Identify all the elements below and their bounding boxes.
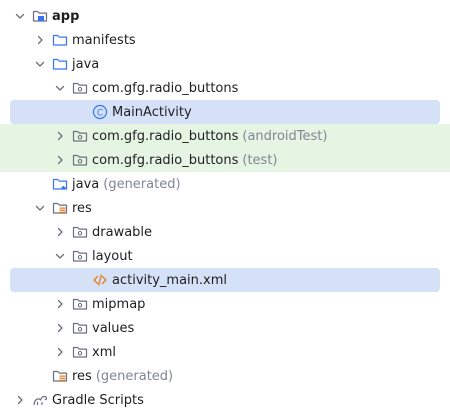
tree-row[interactable]: Gradle Scripts	[0, 388, 450, 412]
chevron-right-icon[interactable]	[52, 344, 68, 360]
tree-row[interactable]: mipmap	[0, 292, 450, 316]
tree-node-label: java	[72, 56, 100, 72]
resources-folder-icon	[52, 200, 68, 216]
chevron-right-icon[interactable]	[52, 296, 68, 312]
tree-row[interactable]: java (generated)	[0, 172, 450, 196]
tree-row[interactable]: xml	[0, 340, 450, 364]
class-icon: C	[92, 104, 108, 120]
chevron-down-icon[interactable]	[32, 56, 48, 72]
chevron-down-icon[interactable]	[52, 80, 68, 96]
tree-node-label: com.gfg.radio_buttons	[92, 128, 239, 144]
package-icon	[72, 320, 88, 336]
tree-row[interactable]: res	[0, 196, 450, 220]
chevron-placeholder	[32, 176, 48, 192]
folder-icon	[52, 56, 68, 72]
generated-folder-icon	[52, 176, 68, 192]
tree-node-label: com.gfg.radio_buttons	[92, 152, 239, 168]
package-icon	[72, 344, 88, 360]
tree-row[interactable]: com.gfg.radio_buttons (androidTest)	[0, 124, 450, 148]
tree-row[interactable]: app	[0, 4, 450, 28]
tree-node-label: manifests	[72, 32, 136, 48]
tree-node-label: values	[92, 320, 135, 336]
tree-node-label: MainActivity	[112, 104, 192, 120]
tree-node-label: drawable	[92, 224, 153, 240]
module-folder-icon	[32, 8, 48, 24]
chevron-placeholder	[32, 368, 48, 384]
gradle-icon	[32, 392, 48, 408]
tree-node-suffix: (generated)	[103, 176, 181, 192]
package-icon	[72, 248, 88, 264]
package-icon	[72, 128, 88, 144]
chevron-right-icon[interactable]	[52, 128, 68, 144]
tree-node-label: mipmap	[92, 296, 146, 312]
tree-row[interactable]: manifests	[0, 28, 450, 52]
tree-row[interactable]: res (generated)	[0, 364, 450, 388]
chevron-right-icon[interactable]	[52, 152, 68, 168]
tree-row[interactable]: values	[0, 316, 450, 340]
package-icon	[72, 296, 88, 312]
tree-node-suffix: (androidTest)	[242, 128, 328, 144]
chevron-down-icon[interactable]	[52, 248, 68, 264]
tree-node-label: app	[52, 8, 80, 24]
tree-row[interactable]: layout	[0, 244, 450, 268]
resources-folder-icon	[52, 368, 68, 384]
chevron-right-icon[interactable]	[52, 320, 68, 336]
chevron-right-icon[interactable]	[52, 224, 68, 240]
package-icon	[72, 80, 88, 96]
chevron-placeholder	[72, 272, 88, 288]
package-icon	[72, 152, 88, 168]
tree-node-suffix: (generated)	[95, 368, 174, 384]
tree-node-label: xml	[92, 344, 116, 360]
tree-row[interactable]: activity_main.xml	[10, 268, 440, 292]
chevron-placeholder	[72, 104, 88, 120]
chevron-down-icon[interactable]	[32, 200, 48, 216]
tree-node-label: res	[72, 200, 92, 216]
tree-node-label: res	[72, 368, 92, 384]
tree-row[interactable]: com.gfg.radio_buttons	[0, 76, 450, 100]
svg-text:C: C	[97, 108, 103, 118]
chevron-right-icon[interactable]	[12, 392, 28, 408]
folder-icon	[52, 32, 68, 48]
tree-row[interactable]: drawable	[0, 220, 450, 244]
tree-row[interactable]: C MainActivity	[10, 100, 440, 124]
tree-row[interactable]: java	[0, 52, 450, 76]
chevron-right-icon[interactable]	[32, 32, 48, 48]
tree-node-label: activity_main.xml	[112, 272, 228, 288]
tree-node-suffix: (test)	[242, 152, 278, 168]
tree-node-label: Gradle Scripts	[52, 392, 144, 408]
tree-node-label: com.gfg.radio_buttons	[92, 80, 239, 96]
chevron-down-icon[interactable]	[12, 8, 28, 24]
project-tree: app manifests java com.gfg.radio_buttons C Ma…	[0, 0, 450, 420]
tree-row[interactable]: com.gfg.radio_buttons (test)	[0, 148, 450, 172]
package-icon	[72, 224, 88, 240]
tree-node-label: java	[72, 176, 100, 192]
tree-node-label: layout	[92, 248, 133, 264]
xml-file-icon	[92, 272, 108, 288]
